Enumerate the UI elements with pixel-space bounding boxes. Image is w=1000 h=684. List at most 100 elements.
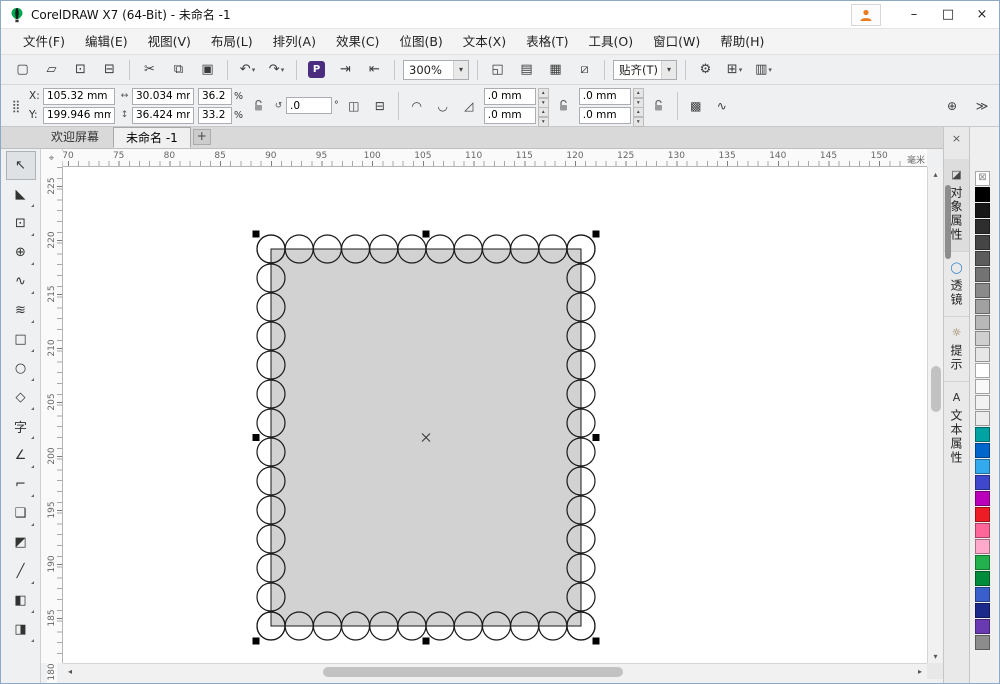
color-eyedropper-tool[interactable]: ╱ [6, 557, 36, 586]
selection-handle[interactable] [593, 638, 600, 645]
undo-button-dropdown[interactable]: ▾ [252, 66, 256, 74]
dockers-button-dropdown[interactable]: ▾ [768, 66, 772, 74]
interactive-fill-tool[interactable]: ◧ [6, 586, 36, 615]
menu-item[interactable]: 排列(A) [263, 29, 326, 55]
menu-item[interactable]: 表格(T) [516, 29, 578, 55]
color-swatch[interactable] [975, 283, 990, 298]
convert-to-curves-button[interactable]: ∿ [711, 95, 733, 117]
show-guidelines-button[interactable]: ⧄ [571, 58, 598, 82]
selection-handle[interactable] [253, 638, 260, 645]
tab-untitled-document[interactable]: 未命名 -1 [113, 127, 191, 148]
selection-handle[interactable] [253, 231, 260, 238]
dockers-button[interactable]: ▥▾ [750, 58, 777, 82]
spin-up-icon[interactable]: ▴ [633, 88, 644, 98]
copy-button[interactable]: ⧉ [165, 58, 192, 82]
close-button[interactable]: × [965, 1, 999, 28]
text-tool[interactable]: 字 [6, 412, 36, 441]
docker-scrollbar-thumb[interactable] [945, 185, 951, 259]
transparency-tool[interactable]: ◩ [6, 528, 36, 557]
zoom-level-select[interactable]: 300%▾ [403, 60, 469, 80]
scale-x-input[interactable] [198, 88, 232, 105]
redo-button[interactable]: ↷▾ [263, 58, 290, 82]
scroll-down-button[interactable]: ▾ [928, 649, 943, 663]
color-swatch[interactable] [975, 507, 990, 522]
corner-radius-topright-input[interactable] [579, 88, 631, 105]
quick-customize-button[interactable]: ⊕ [941, 95, 963, 117]
new-document-tab-button[interactable]: + [193, 129, 211, 145]
spin-down-icon[interactable]: ▾ [538, 117, 549, 127]
lock-ratio-button[interactable] [247, 95, 269, 117]
spinner[interactable]: ▴▾ [633, 107, 644, 124]
horizontal-scrollbar-thumb[interactable] [323, 667, 623, 677]
fullscreen-preview-button[interactable]: ◱ [484, 58, 511, 82]
mirror-horizontal-button[interactable]: ◫ [343, 95, 365, 117]
drop-shadow-tool[interactable]: ❑ [6, 499, 36, 528]
color-swatch[interactable] [975, 363, 990, 378]
sign-in-button[interactable] [851, 4, 881, 26]
color-swatch[interactable] [975, 267, 990, 282]
canvas[interactable] [63, 167, 927, 663]
app-launcher-button-dropdown[interactable]: ▾ [739, 66, 743, 74]
color-swatch[interactable] [975, 571, 990, 586]
menu-item[interactable]: 帮助(H) [710, 29, 774, 55]
color-swatch[interactable] [975, 619, 990, 634]
paste-button[interactable]: ▣ [194, 58, 221, 82]
menu-item[interactable]: 文件(F) [13, 29, 75, 55]
new-document-button[interactable]: ▢ [9, 58, 36, 82]
app-launcher-button[interactable]: ⊞▾ [721, 58, 748, 82]
selection-handle[interactable] [593, 231, 600, 238]
ruler-origin-button[interactable]: ⌖ [41, 149, 63, 167]
color-swatch[interactable] [975, 475, 990, 490]
menu-item[interactable]: 窗口(W) [643, 29, 710, 55]
selection-handle[interactable] [253, 434, 260, 441]
cut-button[interactable]: ✂ [136, 58, 163, 82]
edit-corners-together-button[interactable] [553, 95, 575, 117]
rectangle-tool[interactable]: □ [6, 325, 36, 354]
crop-tool[interactable]: ⊡ [6, 209, 36, 238]
color-swatch[interactable] [975, 539, 990, 554]
scroll-right-button[interactable]: ▸ [913, 664, 927, 679]
scalloped-corner-button[interactable]: ◡ [432, 95, 454, 117]
color-swatch[interactable] [975, 251, 990, 266]
wrap-text-button[interactable]: ▩ [685, 95, 707, 117]
color-swatch[interactable] [975, 379, 990, 394]
color-swatch[interactable] [975, 635, 990, 650]
mirror-vertical-button[interactable]: ⊟ [369, 95, 391, 117]
color-swatch[interactable] [975, 587, 990, 602]
round-corner-button[interactable]: ◠ [406, 95, 428, 117]
vertical-ruler[interactable]: 225220215210205200195190185180 [41, 167, 63, 663]
zoom-tool[interactable]: ⊕ [6, 238, 36, 267]
horizontal-ruler[interactable]: ⌖ 毫米 70758085909510010511011512012513013… [41, 149, 927, 167]
no-color-swatch[interactable]: ⊠ [975, 171, 990, 186]
color-swatch[interactable] [975, 603, 990, 618]
corner-radius-bottomleft-input[interactable] [484, 107, 536, 124]
corner-radius-topleft-input[interactable] [484, 88, 536, 105]
x-position-input[interactable] [43, 88, 115, 105]
undo-button[interactable]: ↶▾ [234, 58, 261, 82]
object-width-input[interactable] [132, 88, 194, 105]
color-swatch[interactable] [975, 427, 990, 442]
drawing[interactable] [63, 167, 927, 663]
scroll-up-button[interactable]: ▴ [928, 167, 943, 181]
color-swatch[interactable] [975, 203, 990, 218]
export-button[interactable]: ⇤ [361, 58, 388, 82]
color-swatch[interactable] [975, 411, 990, 426]
docker-close-button[interactable]: × [952, 129, 961, 147]
docker-tab-text-properties[interactable]: A文本属性 [944, 381, 969, 474]
ellipse-tool[interactable]: ○ [6, 354, 36, 383]
menu-item[interactable]: 位图(B) [389, 29, 452, 55]
connector-tool[interactable]: ⌐ [6, 470, 36, 499]
minimize-button[interactable]: – [897, 1, 931, 28]
spinner[interactable]: ▴▾ [538, 107, 549, 124]
freehand-tool[interactable]: ∿ [6, 267, 36, 296]
shape-tool[interactable]: ◣ [6, 180, 36, 209]
chamfered-corner-button[interactable]: ◿ [458, 95, 480, 117]
rotation-angle-input[interactable] [286, 97, 332, 114]
color-swatch[interactable] [975, 299, 990, 314]
spin-up-icon[interactable]: ▴ [538, 107, 549, 117]
redo-button-dropdown[interactable]: ▾ [281, 66, 285, 74]
menu-item[interactable]: 文本(X) [453, 29, 516, 55]
color-swatch[interactable] [975, 459, 990, 474]
parallel-dimension-tool[interactable]: ∠ [6, 441, 36, 470]
maximize-button[interactable]: □ [931, 1, 965, 28]
